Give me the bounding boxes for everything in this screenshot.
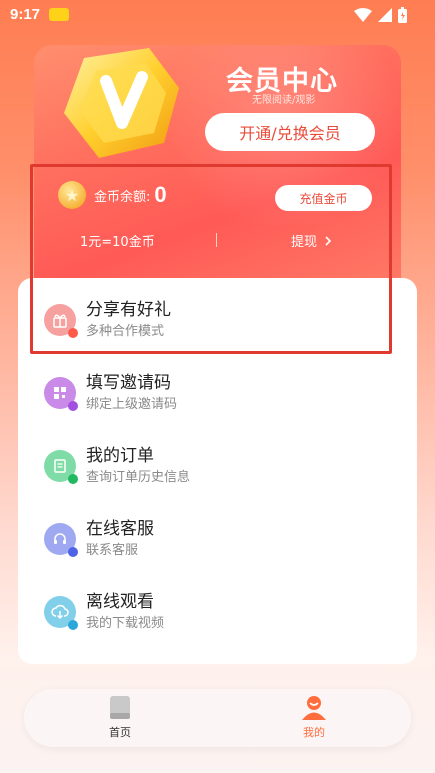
open-membership-button[interactable]: 开通/兑换会员: [205, 113, 375, 151]
status-icons: [354, 7, 407, 23]
app-notification-icon: [49, 8, 69, 21]
cloud-download-icon: [44, 596, 78, 630]
menu-desc: 查询订单历史信息: [86, 470, 191, 485]
order-icon: [44, 450, 78, 484]
menu-label: 填写邀请码: [86, 373, 171, 393]
menu-item-orders[interactable]: 我的订单 查询订单历史信息: [44, 436, 404, 496]
highlight-box: [30, 164, 392, 354]
member-subtitle: 无限阅读/观影: [252, 95, 316, 106]
signal-icon: [378, 8, 392, 22]
book-icon: [110, 696, 130, 719]
battery-icon: [398, 7, 407, 23]
menu-label: 离线观看: [86, 592, 154, 612]
nav-item-home[interactable]: 首页: [90, 695, 150, 740]
nav-label: 首页: [109, 726, 131, 739]
wifi-icon: [354, 8, 372, 22]
vip-gem-icon: [64, 48, 179, 158]
menu-desc: 绑定上级邀请码: [86, 397, 178, 412]
bottom-nav: 首页 我的: [24, 689, 411, 747]
menu-desc: 联系客服: [86, 543, 139, 558]
status-time: 9:17: [10, 6, 41, 23]
menu-desc: 我的下载视频: [86, 616, 165, 631]
menu-label: 我的订单: [86, 446, 154, 466]
nav-item-mine[interactable]: 我的: [284, 695, 344, 740]
menu-item-offline-watch[interactable]: 离线观看 我的下载视频: [44, 582, 404, 642]
profile-icon: [302, 696, 326, 720]
nav-label: 我的: [303, 726, 325, 739]
menu-item-invite-code[interactable]: 填写邀请码 绑定上级邀请码: [44, 363, 404, 423]
qrcode-icon: [44, 377, 78, 411]
menu-label: 在线客服: [86, 519, 154, 539]
menu-item-customer-service[interactable]: 在线客服 联系客服: [44, 509, 404, 569]
headset-icon: [44, 523, 78, 557]
status-bar: 9:17: [0, 0, 435, 30]
